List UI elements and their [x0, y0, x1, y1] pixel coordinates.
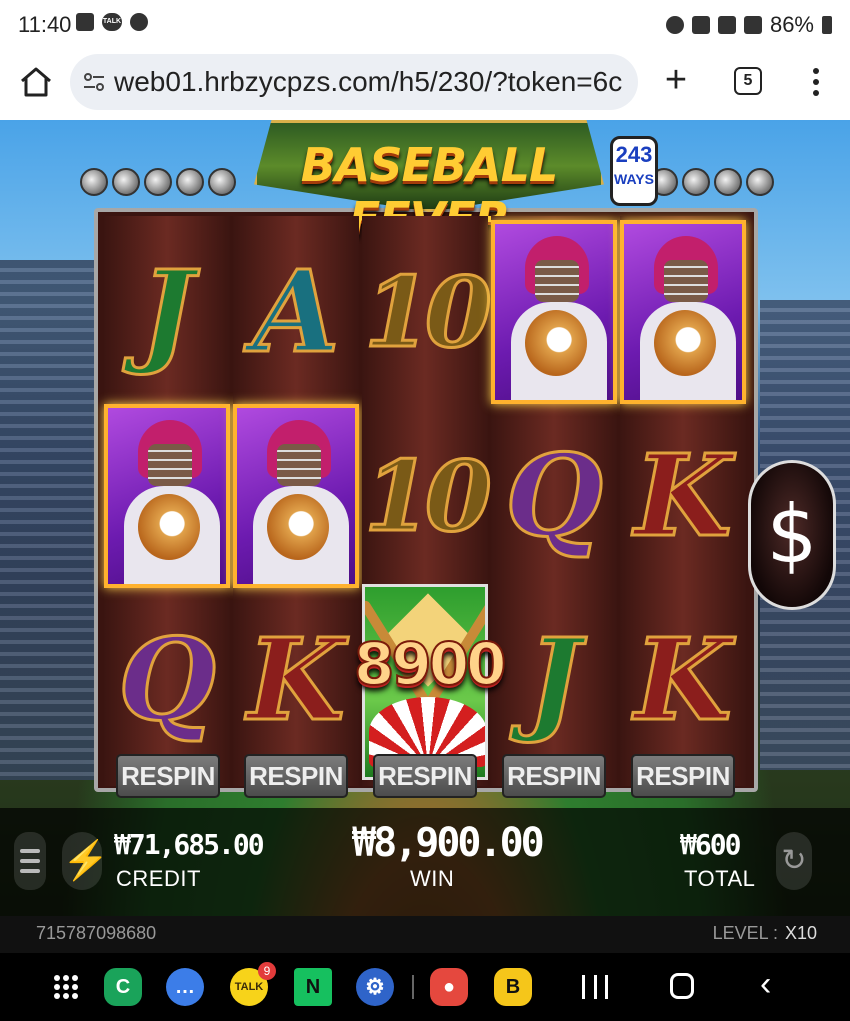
catcher-symbol	[104, 404, 230, 588]
stadium-lights-left	[80, 168, 236, 196]
status-left-icons: TALK	[76, 13, 148, 31]
respin-button-4[interactable]: RESPIN	[502, 754, 606, 798]
signal-icon	[743, 16, 762, 34]
total-bet-value: ₩600	[680, 828, 741, 861]
catcher-symbol	[620, 220, 746, 404]
slot-game: BASEBALL FEVER 243 WAYS JQAK1010QJKK 890…	[0, 120, 850, 953]
light-icon	[208, 168, 236, 196]
dnd-icon	[130, 13, 148, 31]
kakaotalk-icon: TALK	[102, 13, 122, 31]
light-icon	[80, 168, 108, 196]
light-icon	[746, 168, 774, 196]
ways-badge: 243 WAYS	[610, 136, 658, 206]
address-bar[interactable]: web01.hrbzycpzs.com/h5/230/?token=6c	[70, 54, 638, 110]
navigation-bar: C … TALK 9 N ⚙ ● B ‹	[0, 953, 850, 1021]
status-right-icons: 86%	[665, 12, 832, 38]
back-icon[interactable]: ‹	[760, 967, 780, 1001]
bet-button[interactable]: $	[748, 460, 836, 610]
ways-number: 243	[615, 142, 653, 167]
apps-grid-icon[interactable]	[54, 975, 78, 999]
naver-icon[interactable]: N	[294, 968, 332, 1006]
piggy-bank-icon[interactable]: ●	[430, 968, 468, 1006]
battery-icon	[822, 16, 832, 34]
catcher-symbol	[233, 404, 359, 588]
symbol-k: K	[633, 613, 733, 747]
nav-divider	[412, 975, 414, 999]
symbol-q: Q	[504, 429, 605, 563]
symbol-10: 10	[363, 438, 494, 554]
new-tab-button[interactable]: +	[658, 61, 694, 100]
home-icon[interactable]	[18, 64, 54, 100]
game-hud: ⚡ ₩71,685.00 CREDIT ₩8,900.00 WIN ₩600 T…	[0, 808, 850, 916]
respin-button-1[interactable]: RESPIN	[116, 754, 220, 798]
light-icon	[714, 168, 742, 196]
light-icon	[112, 168, 140, 196]
gallery-icon	[76, 13, 94, 31]
symbol-j: J	[526, 613, 582, 747]
level-label: LEVEL :	[712, 923, 778, 943]
catcher-symbol	[491, 220, 617, 404]
symbol-k: K	[246, 613, 346, 747]
win-label: WIN	[410, 866, 455, 891]
browser-menu-icon[interactable]	[806, 66, 826, 98]
notification-badge: 9	[258, 962, 276, 980]
win-value: ₩8,900.00	[352, 820, 545, 866]
stadium-lights-right	[650, 168, 774, 196]
ways-label: WAYS	[614, 171, 654, 187]
credit-label: CREDIT	[116, 866, 201, 891]
symbol-k: K	[633, 429, 733, 563]
level-value: X10	[784, 923, 817, 943]
alarm-icon	[665, 16, 684, 34]
game-round-id: 715787098680	[36, 923, 157, 943]
c-app-icon[interactable]: C	[104, 968, 142, 1006]
credit-value: ₩71,685.00	[114, 828, 265, 861]
light-icon	[682, 168, 710, 196]
spin-icon[interactable]: ↻	[776, 832, 812, 890]
tab-switcher-button[interactable]: 5	[734, 67, 762, 95]
status-bar: 11:40 TALK 86%	[0, 0, 850, 50]
b-app-icon[interactable]: B	[494, 968, 532, 1006]
game-menu-icon[interactable]	[14, 832, 46, 890]
url-text[interactable]: web01.hrbzycpzs.com/h5/230/?token=6c	[114, 66, 626, 98]
light-icon	[144, 168, 172, 196]
site-settings-icon[interactable]	[82, 70, 106, 94]
recent-apps-icon[interactable]	[582, 975, 608, 999]
respin-button-3[interactable]: RESPIN	[373, 754, 477, 798]
5g-icon	[717, 16, 736, 34]
game-info-bar: 715787098680 LEVEL : X10	[0, 916, 850, 953]
home-nav-icon[interactable]	[670, 973, 694, 999]
respin-button-5[interactable]: RESPIN	[631, 754, 735, 798]
bonus-win-amount: 8900	[353, 629, 507, 699]
browser-toolbar: web01.hrbzycpzs.com/h5/230/?token=6c + 5	[0, 50, 850, 120]
messages-icon[interactable]: …	[166, 968, 204, 1006]
symbol-a: A	[251, 245, 341, 379]
symbol-j: J	[139, 245, 195, 379]
battery-percent: 86%	[769, 12, 814, 37]
turbo-icon[interactable]: ⚡	[62, 832, 109, 890]
respin-button-2[interactable]: RESPIN	[244, 754, 348, 798]
light-icon	[176, 168, 204, 196]
symbol-q: Q	[117, 613, 218, 747]
settings-icon[interactable]: ⚙	[356, 968, 394, 1006]
status-time: 11:40	[18, 12, 72, 37]
total-bet-label: TOTAL	[684, 866, 756, 891]
symbol-10: 10	[363, 254, 494, 370]
mute-icon	[691, 16, 710, 34]
